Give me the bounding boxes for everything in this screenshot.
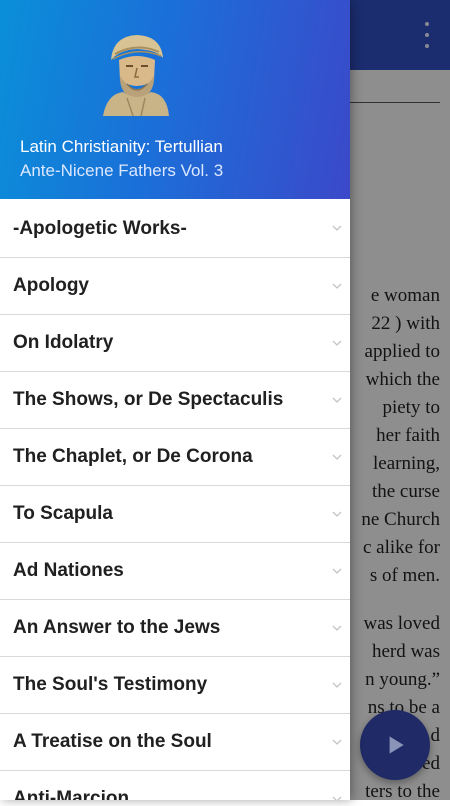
menu-item-label: A Treatise on the Soul: [13, 731, 212, 752]
menu-item-label: To Scapula: [13, 503, 113, 524]
menu-item-apologetic-works[interactable]: -Apologetic Works-: [0, 200, 350, 257]
menu-item-label: The Soul's Testimony: [13, 674, 208, 695]
chevron-down-icon: [332, 739, 342, 745]
chevron-down-icon: [332, 283, 342, 289]
menu-item-ad-nationes[interactable]: Ad Nationes: [0, 542, 350, 599]
menu-item-on-idolatry[interactable]: On Idolatry: [0, 314, 350, 371]
play-button[interactable]: [360, 710, 430, 780]
menu-item-label: Anti-Marcion: [13, 788, 130, 800]
chevron-down-icon: [332, 625, 342, 631]
menu-item-apology[interactable]: Apology: [0, 257, 350, 314]
menu-item-label: On Idolatry: [13, 332, 114, 353]
play-icon: [389, 736, 404, 754]
chevron-down-icon: [332, 340, 342, 346]
menu-item-answer-to-the-jews[interactable]: An Answer to the Jews: [0, 599, 350, 656]
tertullian-portrait-icon: [103, 35, 169, 116]
menu-item-label: The Shows, or De Spectaculis: [13, 389, 284, 410]
menu-item-souls-testimony[interactable]: The Soul's Testimony: [0, 656, 350, 713]
drawer-menu: -Apologetic Works- Apology On Idolatry T…: [0, 200, 350, 800]
app-title: Latin Christianity: Tertullian: [20, 137, 223, 156]
menu-item-label: The Chaplet, or De Corona: [13, 446, 253, 467]
menu-item-to-scapula[interactable]: To Scapula: [0, 485, 350, 542]
menu-item-the-chaplet[interactable]: The Chaplet, or De Corona: [0, 428, 350, 485]
chevron-down-icon: [332, 796, 342, 800]
chevron-down-icon: [332, 682, 342, 688]
menu-item-label: Apology: [13, 275, 89, 296]
app-subtitle: Ante-Nicene Fathers Vol. 3: [20, 161, 224, 180]
navigation-drawer: Latin Christianity: Tertullian Ante-Nice…: [0, 0, 350, 800]
menu-item-treatise-on-the-soul[interactable]: A Treatise on the Soul: [0, 713, 350, 770]
drawer-header: Latin Christianity: Tertullian Ante-Nice…: [0, 0, 350, 199]
chevron-down-icon: [332, 397, 342, 403]
menu-item-label: -Apologetic Works-: [13, 217, 187, 239]
menu-item-label: An Answer to the Jews: [13, 617, 221, 638]
chevron-down-icon: [332, 225, 342, 231]
chevron-down-icon: [332, 454, 342, 460]
chevron-down-icon: [332, 511, 342, 517]
menu-item-label: Ad Nationes: [13, 560, 124, 581]
menu-item-anti-marcion[interactable]: Anti-Marcion: [0, 770, 350, 800]
menu-item-the-shows[interactable]: The Shows, or De Spectaculis: [0, 371, 350, 428]
chevron-down-icon: [332, 568, 342, 574]
